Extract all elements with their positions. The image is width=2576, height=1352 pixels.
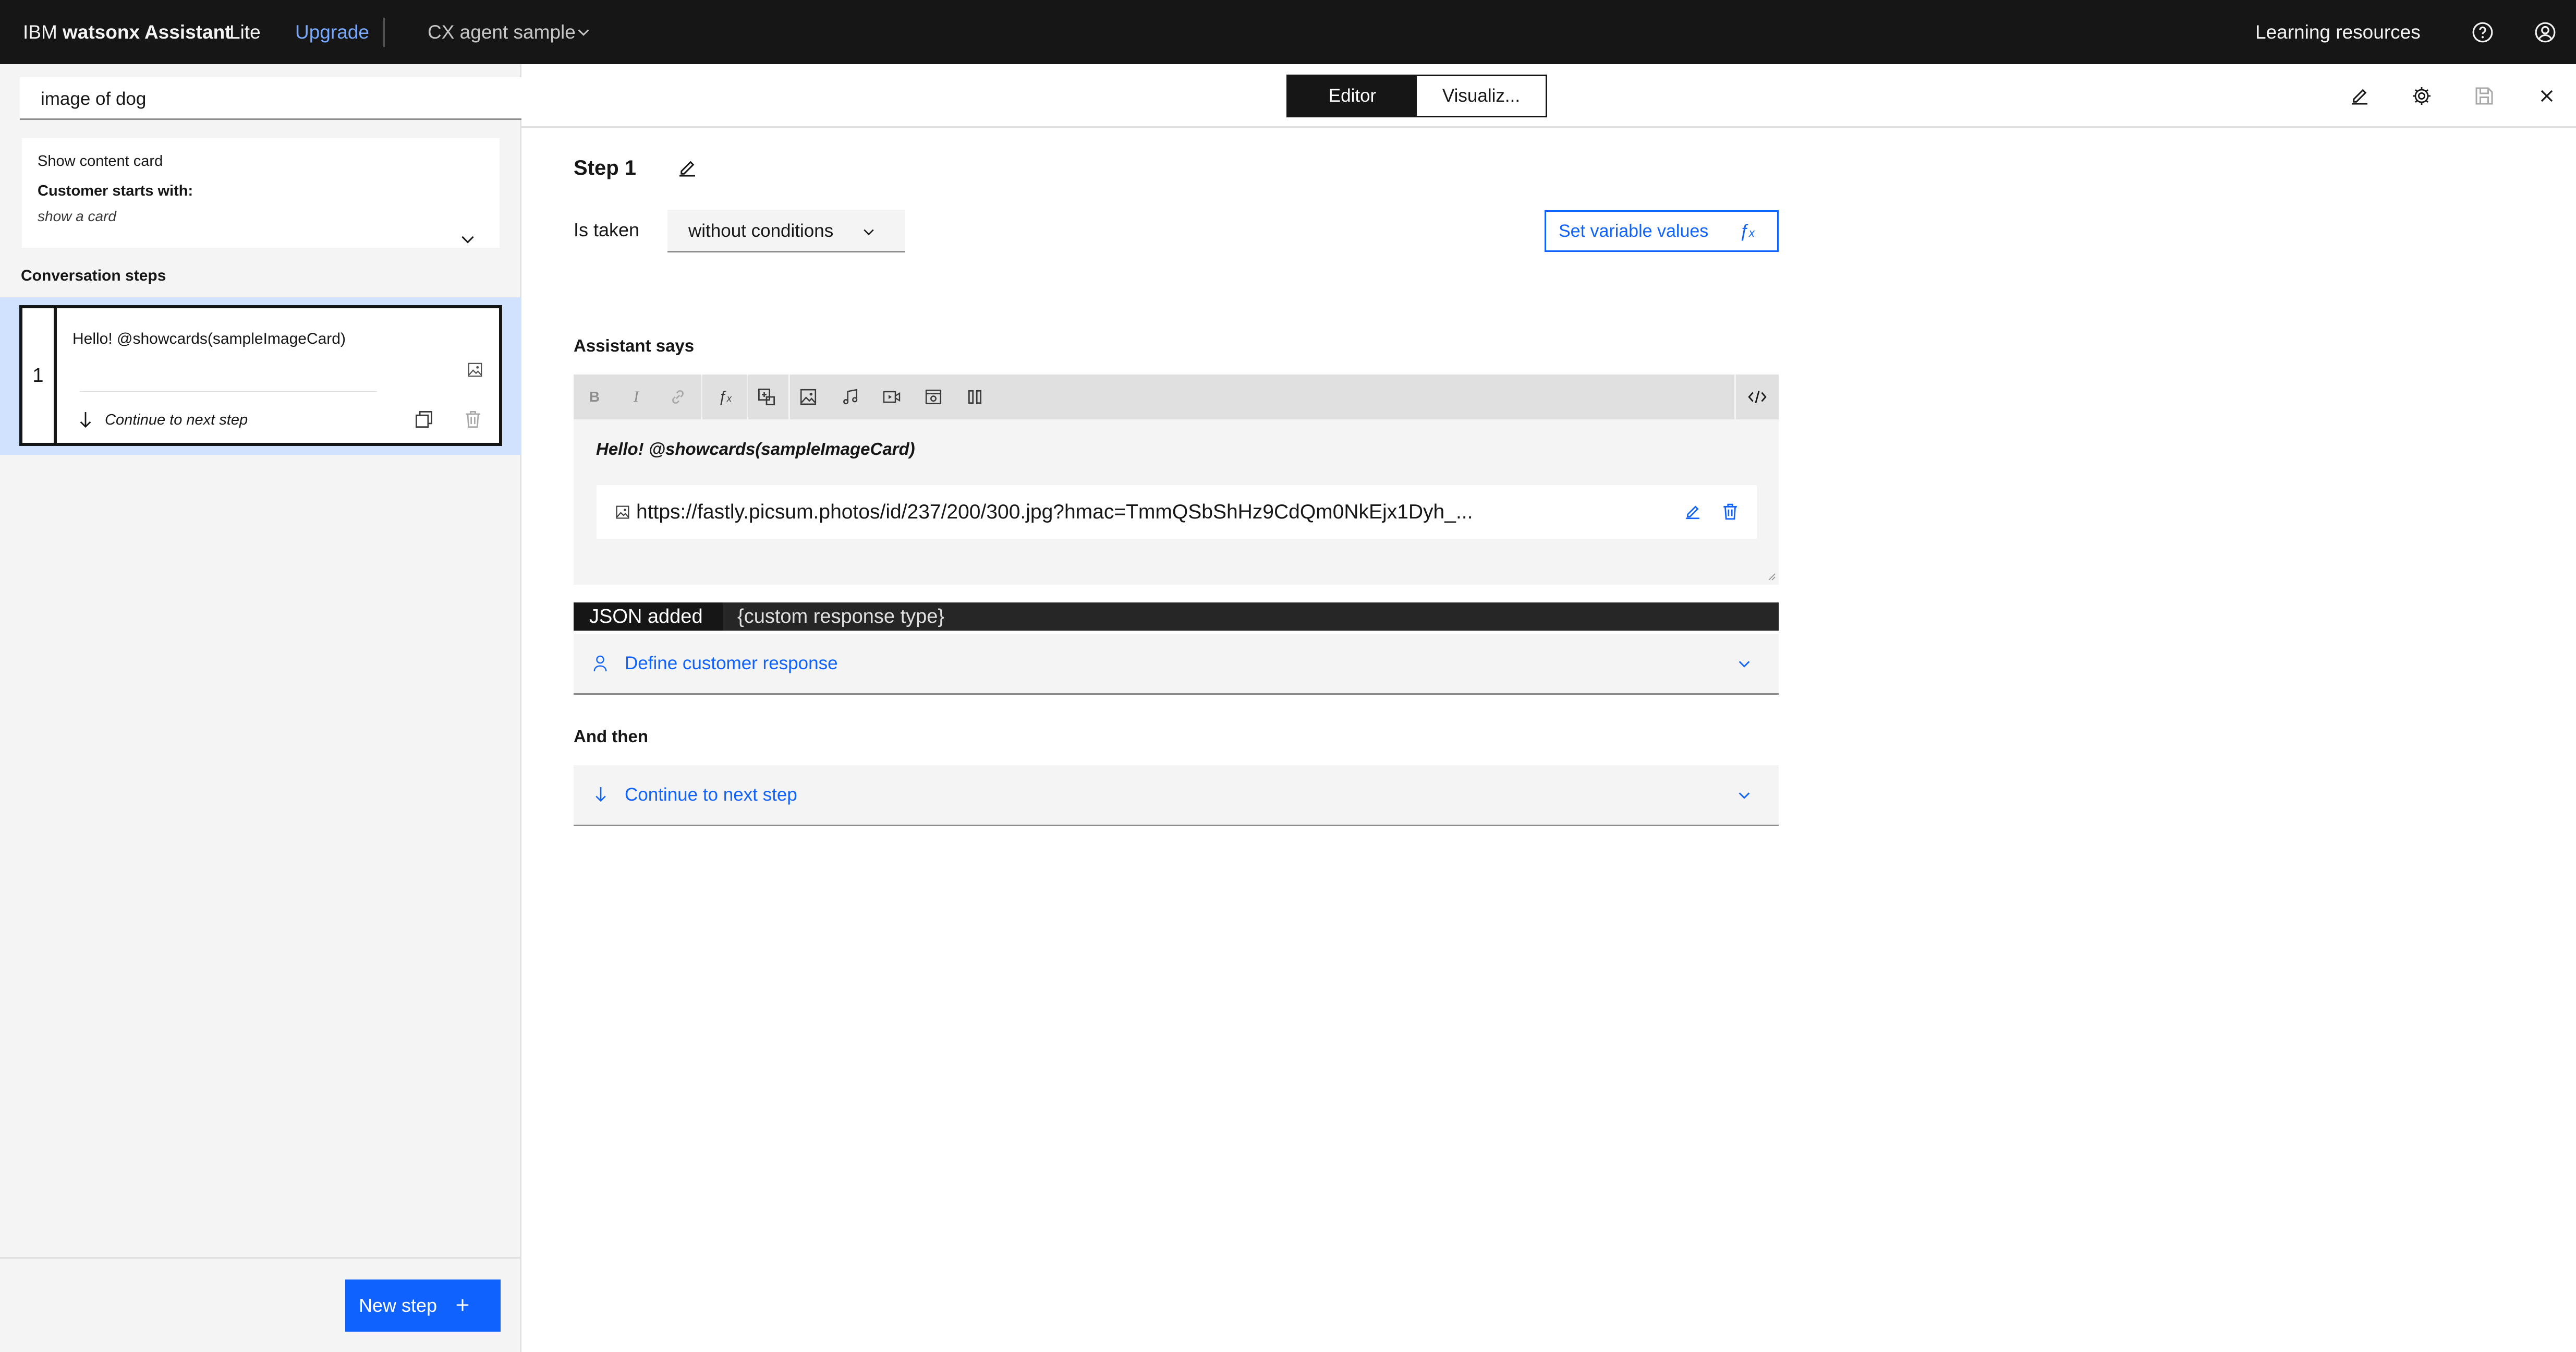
chevron-down-icon [1736,656,1752,671]
trigger-type: Show content card [38,153,163,170]
subheader-divider [521,126,2576,128]
define-customer-response-label: Define customer response [625,653,838,673]
toolbar-divider [701,375,702,419]
product-name[interactable]: watsonx Assistant [63,0,232,64]
conversation-steps-heading: Conversation steps [21,267,166,284]
edit-icon[interactable] [1684,503,1702,521]
option-icon[interactable] [746,375,787,419]
assistant-switcher[interactable]: CX agent sample [428,0,576,64]
settings-gear-icon[interactable] [2411,86,2432,106]
topbar-divider [383,18,385,47]
chevron-down-icon [861,224,876,239]
bold-icon[interactable]: B [574,375,615,419]
chevron-down-icon[interactable] [576,24,591,40]
rich-text-toolbar: B I ƒx [574,375,1779,419]
link-icon[interactable] [657,375,699,419]
iframe-icon[interactable] [913,375,954,419]
arrow-down-icon [78,411,93,429]
function-icon: ƒx [1739,221,1755,241]
step-title: Step 1 [574,156,637,179]
image-icon[interactable] [787,375,829,419]
step-number: 1 [22,308,57,443]
step-divider [80,391,377,392]
sidebar-footer-divider [0,1257,521,1259]
custom-response-type: {custom response type} [737,606,945,627]
chevron-down-icon [1736,787,1752,803]
resize-handle[interactable] [1768,573,1776,581]
arrow-down-icon [593,785,608,804]
customer-starts-label: Customer starts with: [38,183,193,199]
top-nav-bar: IBM watsonx Assistant Lite Upgrade CX ag… [0,0,2576,64]
condition-dropdown-value: without conditions [688,221,834,241]
custom-response-bar: JSON added {custom response type} [574,602,1779,631]
assistant-says-heading: Assistant says [574,336,695,355]
delete-icon[interactable] [1721,503,1739,521]
image-icon [467,362,483,378]
upgrade-link[interactable]: Upgrade [295,0,369,64]
learning-resources-link[interactable]: Learning resources [2255,0,2421,64]
edit-icon[interactable] [2349,86,2370,106]
set-variable-values-label: Set variable values [1559,221,1709,241]
user-profile-icon[interactable] [2534,21,2556,43]
json-added-tag: JSON added [574,602,723,631]
trigger-card[interactable]: Show content card Customer starts with: … [22,138,500,248]
step-preview-text: Hello! @showcards(sampleImageCard) [72,330,346,347]
is-taken-label: Is taken [574,219,640,240]
and-then-heading: And then [574,727,648,746]
steps-sidebar [0,64,521,1352]
customer-starts-value: show a card [38,208,116,224]
step-next-action: Continue to next step [105,412,248,428]
view-switcher: Editor Visualiz... [1286,75,1547,117]
set-variable-values-button[interactable]: Set variable values ƒx [1545,210,1779,252]
tab-editor[interactable]: Editor [1288,76,1417,116]
step-card[interactable]: 1 Hello! @showcards(sampleImageCard) Con… [19,305,502,446]
code-view-icon[interactable] [1736,375,1778,419]
continue-next-step-label: Continue to next step [625,784,797,805]
new-step-label: New step [359,1295,438,1316]
delete-icon[interactable] [464,410,482,429]
plus-icon [455,1297,470,1313]
image-url: https://fastly.picsum.photos/id/237/200/… [636,501,1473,523]
and-then-accordion[interactable]: Continue to next step [574,765,1779,826]
columns-icon[interactable] [954,375,996,419]
brand-prefix: IBM [23,21,57,43]
user-icon [592,655,608,672]
duplicate-icon[interactable] [415,410,433,429]
message-text[interactable]: Hello! @showcards(sampleImageCard) [596,439,915,459]
tab-visualizer[interactable]: Visualiz... [1417,76,1546,116]
plan-badge: Lite [229,21,261,43]
help-icon[interactable] [2472,21,2494,43]
edit-step-title-icon[interactable] [677,158,698,178]
condition-dropdown[interactable]: without conditions [667,210,905,252]
audio-icon[interactable] [829,375,871,419]
close-icon[interactable] [2538,88,2555,104]
chevron-down-icon[interactable] [459,230,477,248]
image-icon [615,505,630,520]
define-customer-response-accordion[interactable]: Define customer response [574,634,1779,695]
action-name-input[interactable]: image of dog [20,77,521,120]
italic-icon[interactable]: I [615,375,657,419]
video-icon[interactable] [871,375,913,419]
new-step-button[interactable]: New step [345,1279,501,1332]
toolbar-divider [1734,375,1736,419]
function-icon[interactable]: ƒx [704,375,746,419]
image-response-item[interactable]: https://fastly.picsum.photos/id/237/200/… [597,485,1757,539]
save-icon[interactable] [2474,86,2495,106]
